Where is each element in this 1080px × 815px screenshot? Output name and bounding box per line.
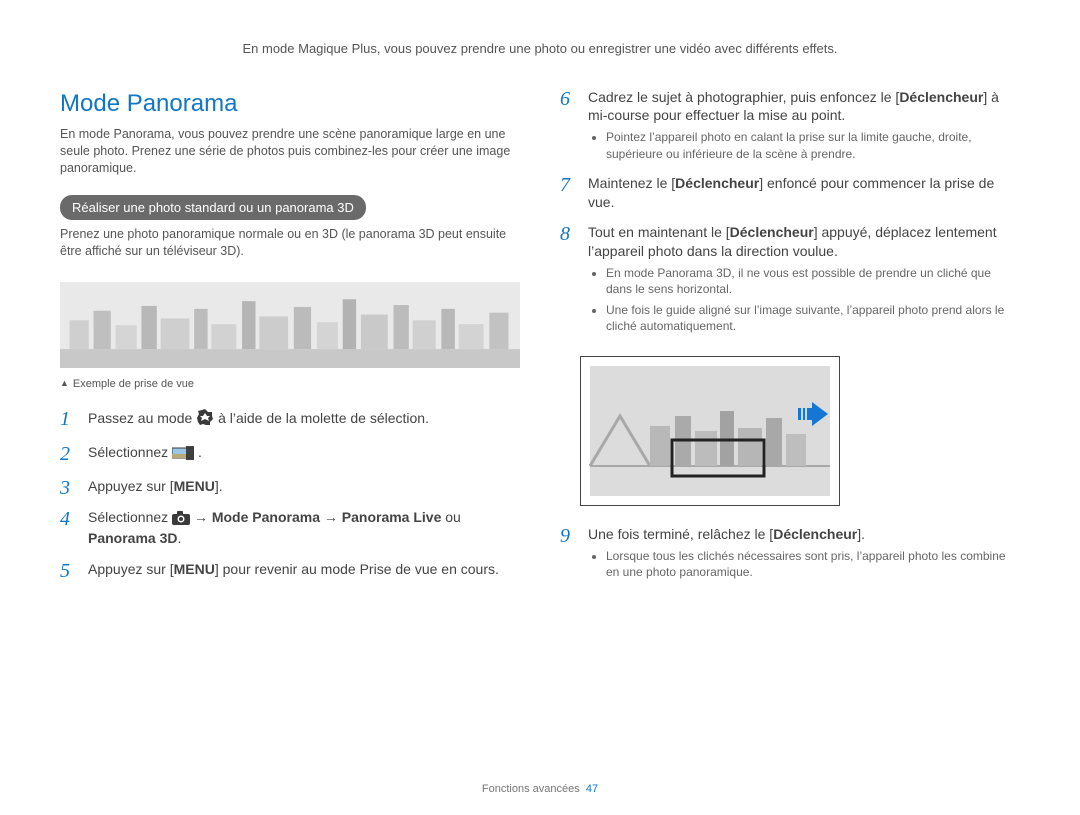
step-text-post: .	[198, 444, 202, 460]
subsection-desc: Prenez une photo panoramique normale ou …	[60, 226, 520, 260]
footer-page-number: 47	[586, 783, 598, 795]
shutter-label: Déclencheur	[730, 224, 814, 240]
step-8-sub: En mode Panorama 3D, il ne vous est poss…	[588, 265, 1020, 334]
step-text-post: ] pour revenir au mode Prise de vue en c…	[215, 561, 499, 577]
steps-right: 6 Cadrez le sujet à photographier, puis …	[560, 88, 1020, 334]
step-number: 5	[60, 558, 82, 585]
columns: Mode Panorama En mode Panorama, vous pou…	[60, 88, 1020, 593]
left-column: Mode Panorama En mode Panorama, vous pou…	[60, 88, 520, 593]
step-text-pre: Appuyez sur [	[88, 561, 174, 577]
step-number: 7	[560, 172, 582, 199]
image-caption: ▲ Exemple de prise de vue	[60, 377, 520, 392]
caption-marker-icon: ▲	[60, 378, 69, 388]
step-number: 8	[560, 221, 582, 248]
step-number: 4	[60, 506, 82, 533]
caption-text: Exemple de prise de vue	[73, 378, 194, 390]
step-text-pre: Appuyez sur [	[88, 478, 174, 494]
step-3: 3 Appuyez sur [MENU].	[60, 477, 520, 496]
section-desc: En mode Panorama, vous pouvez prendre un…	[60, 126, 520, 177]
arrow: →	[320, 509, 342, 525]
step-9: 9 Une fois terminé, relâchez le [Déclenc…	[560, 525, 1020, 580]
step-text-a: Cadrez le sujet à photographier, puis en…	[588, 89, 899, 105]
step-text: Passez au mode	[88, 410, 196, 426]
steps-left: 1 Passez au mode à l’aide de la molette …	[60, 408, 520, 579]
step-text-a: Tout en maintenant le [	[588, 224, 730, 240]
step-text-a: Une fois terminé, relâchez le [	[588, 526, 773, 542]
step-1: 1 Passez au mode à l’aide de la molette …	[60, 408, 520, 431]
sub-item: En mode Panorama 3D, il ne vous est poss…	[606, 265, 1020, 297]
step-number: 9	[560, 523, 582, 550]
panorama-mode-icon	[172, 446, 194, 465]
viewfinder-illustration	[580, 356, 840, 506]
step-9-sub: Lorsque tous les clichés nécessaires son…	[588, 548, 1020, 580]
camera-icon	[172, 511, 190, 530]
step-text-post: à l’aide de la molette de sélection.	[218, 410, 429, 426]
mode-dial-icon	[196, 408, 214, 431]
shutter-label: Déclencheur	[773, 526, 857, 542]
step-number: 2	[60, 441, 82, 468]
step-or: ou	[441, 509, 460, 525]
shutter-label: Déclencheur	[675, 175, 759, 191]
step-text-post: ].	[215, 478, 223, 494]
step-number: 3	[60, 475, 82, 502]
steps-right-continued: 9 Une fois terminé, relâchez le [Déclenc…	[560, 525, 1020, 580]
step-5: 5 Appuyez sur [MENU] pour revenir au mod…	[60, 560, 520, 579]
subsection-pill: Réaliser une photo standard ou un panora…	[60, 195, 366, 221]
step-8: 8 Tout en maintenant le [Déclencheur] ap…	[560, 223, 1020, 334]
step-bold-2: Panorama Live	[342, 509, 442, 525]
page-footer: Fonctions avancées 47	[0, 782, 1080, 797]
step-text-pre: Sélectionnez	[88, 509, 172, 525]
panorama-example-image	[60, 282, 520, 368]
step-text: Sélectionnez	[88, 444, 172, 460]
footer-section-label: Fonctions avancées	[482, 783, 580, 795]
step-bold-1: Mode Panorama	[212, 509, 320, 525]
step-number: 6	[560, 86, 582, 113]
page: En mode Magique Plus, vous pouvez prendr…	[0, 0, 1080, 815]
shutter-label: Déclencheur	[899, 89, 983, 105]
step-number: 1	[60, 406, 82, 433]
sub-item: Pointez l’appareil photo en calant la pr…	[606, 129, 1020, 161]
menu-button-label: MENU	[174, 560, 215, 579]
step-text-a: Maintenez le [	[588, 175, 675, 191]
sub-item: Une fois le guide aligné sur l’image sui…	[606, 302, 1020, 334]
step-4: 4 Sélectionnez → Mode Panorama → Panoram…	[60, 508, 520, 549]
step-bold-3: Panorama 3D	[88, 530, 177, 546]
step-7: 7 Maintenez le [Déclencheur] enfoncé pou…	[560, 174, 1020, 212]
right-column: 6 Cadrez le sujet à photographier, puis …	[560, 88, 1020, 593]
step-6-sub: Pointez l’appareil photo en calant la pr…	[588, 129, 1020, 161]
step-text-c: ].	[857, 526, 865, 542]
menu-button-label: MENU	[174, 477, 215, 496]
section-title: Mode Panorama	[60, 88, 520, 120]
page-intro: En mode Magique Plus, vous pouvez prendr…	[60, 40, 1020, 58]
arrow: →	[194, 509, 212, 525]
step-2: 2 Sélectionnez .	[60, 443, 520, 465]
step-text-post: .	[177, 530, 181, 546]
sub-item: Lorsque tous les clichés nécessaires son…	[606, 548, 1020, 580]
step-6: 6 Cadrez le sujet à photographier, puis …	[560, 88, 1020, 162]
